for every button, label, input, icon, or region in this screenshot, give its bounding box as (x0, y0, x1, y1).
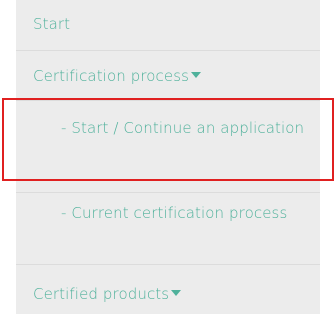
caret-down-icon (171, 289, 182, 296)
menu-item-current-certification-process[interactable]: - Current certification process (16, 201, 320, 226)
menu-item-certified-products[interactable]: Certified products (16, 282, 320, 307)
menu-item-label: - Current certification process (61, 204, 288, 222)
menu-item-start-continue-application[interactable]: - Start / Continue an application (16, 116, 320, 141)
menu-item-label: Start (33, 15, 71, 33)
menu-item-start[interactable]: Start (16, 12, 320, 37)
navigation-menu: Start Certification process - Start / Co… (16, 0, 320, 314)
menu-item-certification-process[interactable]: Certification process (16, 64, 320, 89)
menu-divider (16, 264, 320, 265)
menu-item-label: Certification process (33, 67, 190, 85)
menu-item-label: Certified products (33, 285, 170, 303)
menu-divider (16, 192, 320, 193)
menu-item-label: - Start / Continue an application (61, 119, 305, 137)
menu-divider (16, 50, 320, 51)
caret-down-icon (191, 71, 202, 78)
menu-divider (16, 100, 320, 101)
